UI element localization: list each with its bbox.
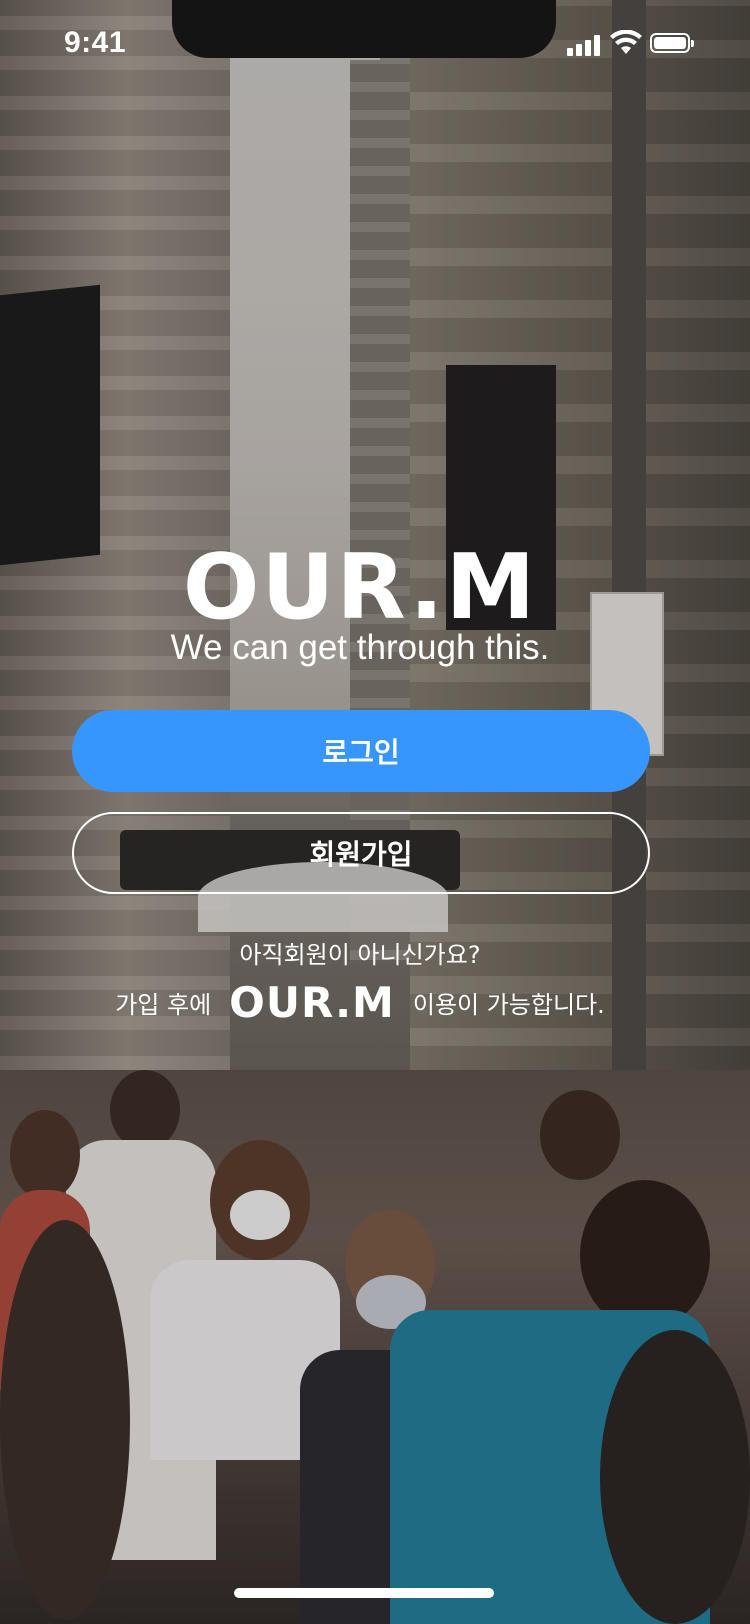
wifi-icon	[610, 30, 642, 54]
signup-button[interactable]: 회원가입	[72, 812, 650, 894]
home-indicator[interactable]	[234, 1588, 494, 1598]
status-bar: 9:41	[0, 0, 750, 88]
signup-notice: 가입 후에 OUR.M 이용이 가능합니다.	[0, 978, 720, 1027]
login-button-label: 로그인	[322, 736, 400, 769]
not-member-question: 아직회원이 아니신가요?	[239, 941, 481, 969]
cellular-signal-icon	[567, 34, 603, 56]
signup-notice-brand: OUR.M	[229, 978, 395, 1027]
device-notch	[172, 0, 556, 58]
login-button[interactable]: 로그인	[72, 710, 650, 792]
welcome-screen: 9:41 OUR.M We can get through this. 로그인 …	[0, 0, 750, 1624]
signup-button-label: 회원가입	[309, 838, 413, 871]
battery-icon	[650, 33, 694, 53]
signup-notice-prefix: 가입 후에	[115, 991, 212, 1019]
status-time: 9:41	[64, 26, 127, 59]
app-logo: OUR.M	[182, 535, 538, 640]
signup-notice-suffix: 이용이 가능합니다.	[412, 991, 605, 1019]
app-tagline: We can get through this.	[170, 628, 550, 667]
